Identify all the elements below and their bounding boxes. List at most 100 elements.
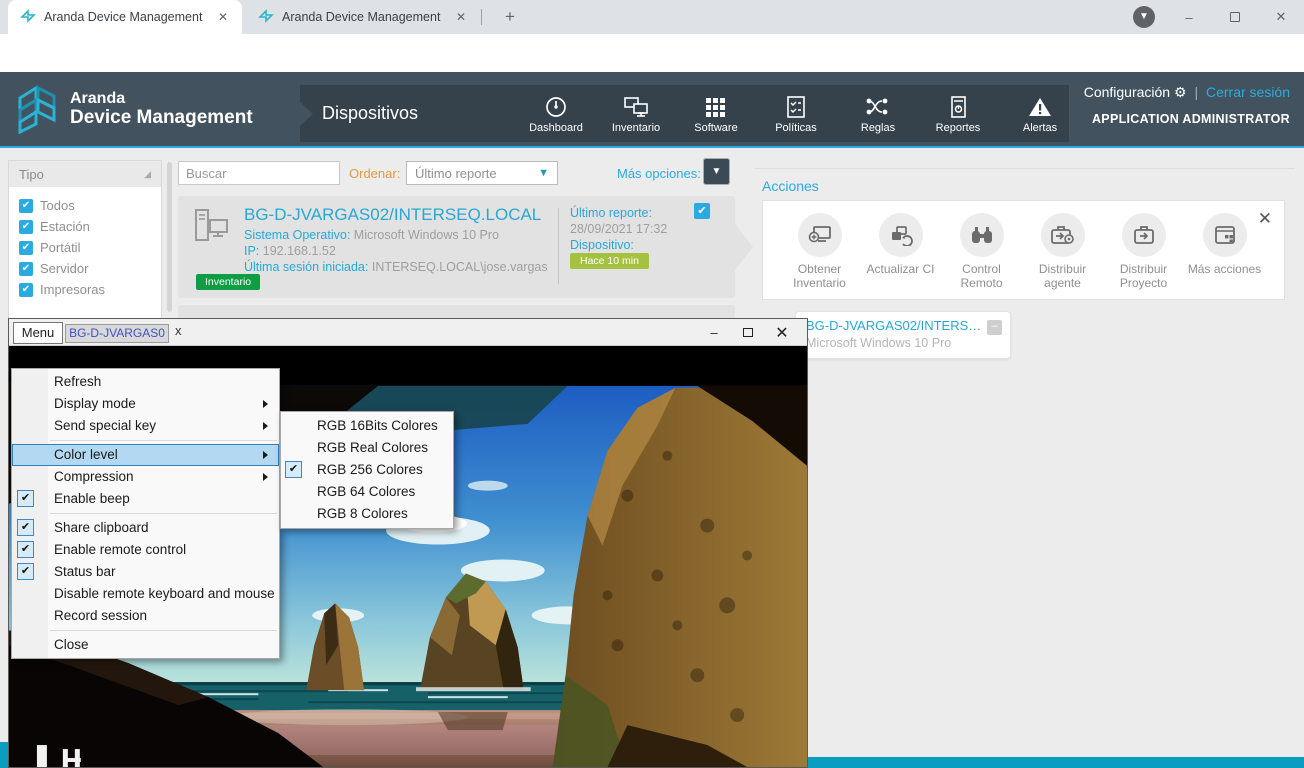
panel-divider (755, 168, 1295, 169)
config-link[interactable]: Configuración (1084, 84, 1170, 100)
menu-item-send-special-key[interactable]: Send special key (12, 415, 279, 437)
browser-update-icon[interactable]: ▼ (1133, 6, 1155, 28)
submenu-item-rgb-real[interactable]: RGB Real Colores (281, 437, 453, 459)
nav-item-reglas[interactable]: Reglas (849, 85, 907, 142)
device-name[interactable]: BG-D-JVARGAS02/INTERSEQ.LOCAL (244, 205, 541, 225)
actions-close-icon[interactable]: ✕ (1258, 209, 1272, 229)
app-logo[interactable]: Aranda Device Management (14, 84, 253, 134)
nav-item-alertas[interactable]: Alertas (1011, 85, 1069, 142)
menu-item-disable-remote-keyboard[interactable]: Disable remote keyboard and mouse (12, 583, 279, 605)
nav-item-reportes[interactable]: Reportes (929, 85, 987, 142)
checkbox-checked-icon[interactable]: ✔ (19, 262, 33, 276)
remote-minimize-button[interactable]: – (697, 325, 731, 340)
ip-value: 192.168.1.52 (263, 244, 336, 258)
submenu-item-rgb-8[interactable]: RGB 8 Colores (281, 503, 453, 525)
menu-item-compression[interactable]: Compression (12, 466, 279, 488)
action-control-remoto[interactable]: Control Remoto (941, 213, 1022, 290)
remote-desktop-view[interactable]: Refresh Display mode Send special key Co… (9, 346, 807, 767)
submenu-item-rgb-256[interactable]: ✔RGB 256 Colores (281, 459, 453, 481)
nav-item-dashboard[interactable]: Dashboard (527, 85, 585, 142)
tab-close-icon[interactable]: ✕ (214, 8, 232, 26)
logo-line1: Aranda (70, 90, 253, 108)
next-device-card-partial[interactable] (178, 305, 735, 319)
action-distribuir-proyecto[interactable]: Distribuir Proyecto (1103, 213, 1184, 290)
os-label: Sistema Operativo: (244, 228, 350, 242)
filter-item-todos[interactable]: ✔Todos (9, 195, 161, 216)
submenu-item-rgb-16bits[interactable]: RGB 16Bits Colores (281, 415, 453, 437)
get-inventory-icon (798, 213, 842, 257)
menu-item-status-bar[interactable]: ✔Status bar (12, 561, 279, 583)
action-actualizar-ci[interactable]: Actualizar CI (860, 213, 941, 290)
tab-title: Aranda Device Management (282, 10, 452, 24)
filter-item-impresoras[interactable]: ✔Impresoras (9, 279, 161, 300)
actions-title: Acciones (762, 178, 819, 194)
last-session-label: Última sesión iniciada: (244, 260, 368, 274)
menu-item-close[interactable]: Close (12, 634, 279, 656)
checkbox-checked-icon[interactable]: ✔ (19, 220, 33, 234)
remote-maximize-button[interactable] (731, 325, 765, 340)
remote-control-window[interactable]: Menu BG-D-JVARGAS0 x – ✕ (8, 318, 808, 768)
tab-close-icon[interactable]: ✕ (452, 8, 470, 26)
sidebar-scrollbar[interactable] (167, 162, 172, 312)
menu-item-record-session[interactable]: Record session (12, 605, 279, 627)
menu-item-color-level[interactable]: Color level (12, 444, 279, 466)
nav-item-politicas[interactable]: Políticas (767, 85, 825, 142)
header-accent-line (0, 146, 1304, 148)
action-mas-acciones[interactable]: Más acciones (1184, 213, 1265, 290)
filter-item-portatil[interactable]: ✔Portátil (9, 237, 161, 258)
restore-button[interactable] (1212, 10, 1258, 25)
new-tab-button[interactable]: + (498, 5, 522, 29)
close-button[interactable]: ✕ (1258, 9, 1304, 25)
session-minimize-button[interactable]: – (987, 320, 1002, 335)
filter-item-estacion[interactable]: ✔Estación (9, 216, 161, 237)
remote-tab-close-icon[interactable]: x (175, 323, 182, 338)
submenu-item-rgb-64[interactable]: RGB 64 Colores (281, 481, 453, 503)
menu-item-enable-remote-control[interactable]: ✔Enable remote control (12, 539, 279, 561)
gear-icon[interactable]: ⚙ (1174, 84, 1187, 100)
action-obtener-inventario[interactable]: Obtener Inventario (779, 213, 860, 290)
search-input[interactable] (179, 166, 362, 181)
remote-session-card[interactable]: BG-D-JVARGAS02/INTERSEQ.LO... Microsoft … (795, 311, 1011, 359)
nav-item-inventario[interactable]: Inventario (607, 85, 665, 142)
header-account-links: Configuración ⚙ | Cerrar sesión (1084, 84, 1290, 101)
last-report-value: 28/09/2021 17:32 (570, 221, 667, 237)
submenu-arrow-icon (263, 422, 268, 430)
checkbox-checked-icon[interactable]: ✔ (19, 283, 33, 297)
update-ci-icon (879, 213, 923, 257)
checkbox-checked-icon[interactable]: ✔ (19, 241, 33, 255)
remote-device-tab[interactable]: BG-D-JVARGAS0 (65, 324, 169, 343)
menu-item-share-clipboard[interactable]: ✔Share clipboard (12, 517, 279, 539)
nav-item-software[interactable]: Software (687, 85, 745, 142)
minimize-button[interactable]: – (1166, 10, 1212, 25)
menu-item-enable-beep[interactable]: ✔Enable beep (12, 488, 279, 510)
collapse-icon: ◢ (144, 169, 151, 180)
logo-line2: Device Management (70, 108, 253, 128)
time-ago-badge: Hace 10 min (570, 253, 649, 269)
sort-dropdown[interactable]: Último reporte ▼ (406, 161, 558, 185)
color-level-submenu: RGB 16Bits Colores RGB Real Colores ✔RGB… (280, 411, 454, 529)
submenu-arrow-icon (263, 473, 268, 481)
menu-item-display-mode[interactable]: Display mode (12, 393, 279, 415)
filter-item-servidor[interactable]: ✔Servidor (9, 258, 161, 279)
remote-close-button[interactable]: ✕ (765, 323, 799, 343)
menu-item-refresh[interactable]: Refresh (12, 371, 279, 393)
session-device-name: BG-D-JVARGAS02/INTERSEQ.LO... (806, 318, 984, 333)
checkmark-icon: ✔ (17, 490, 34, 507)
action-distribuir-agente[interactable]: Distribuir agente (1022, 213, 1103, 290)
logout-link[interactable]: Cerrar sesión (1206, 84, 1290, 100)
sort-selected-value: Último reporte (415, 166, 497, 181)
card-divider (558, 208, 559, 284)
menu-separator (50, 440, 277, 441)
device-card[interactable]: BG-D-JVARGAS02/INTERSEQ.LOCAL Sistema Op… (178, 196, 735, 298)
browser-tab-2[interactable]: Aranda Device Management ✕ (246, 0, 480, 34)
sort-label: Ordenar: (349, 166, 400, 181)
more-options-button[interactable]: ▼ (703, 158, 730, 185)
browser-tab-1[interactable]: Aranda Device Management ✕ (8, 0, 242, 34)
checkbox-checked-icon[interactable]: ✔ (19, 199, 33, 213)
device-checkbox[interactable]: ✔ (694, 203, 710, 219)
remote-menu-button[interactable]: Menu (13, 322, 63, 344)
search-box[interactable] (178, 161, 340, 185)
filter-group-header[interactable]: Tipo ◢ (9, 161, 161, 187)
os-value: Microsoft Windows 10 Pro (354, 228, 499, 242)
remote-window-titlebar[interactable]: Menu BG-D-JVARGAS0 x – ✕ (9, 319, 807, 346)
